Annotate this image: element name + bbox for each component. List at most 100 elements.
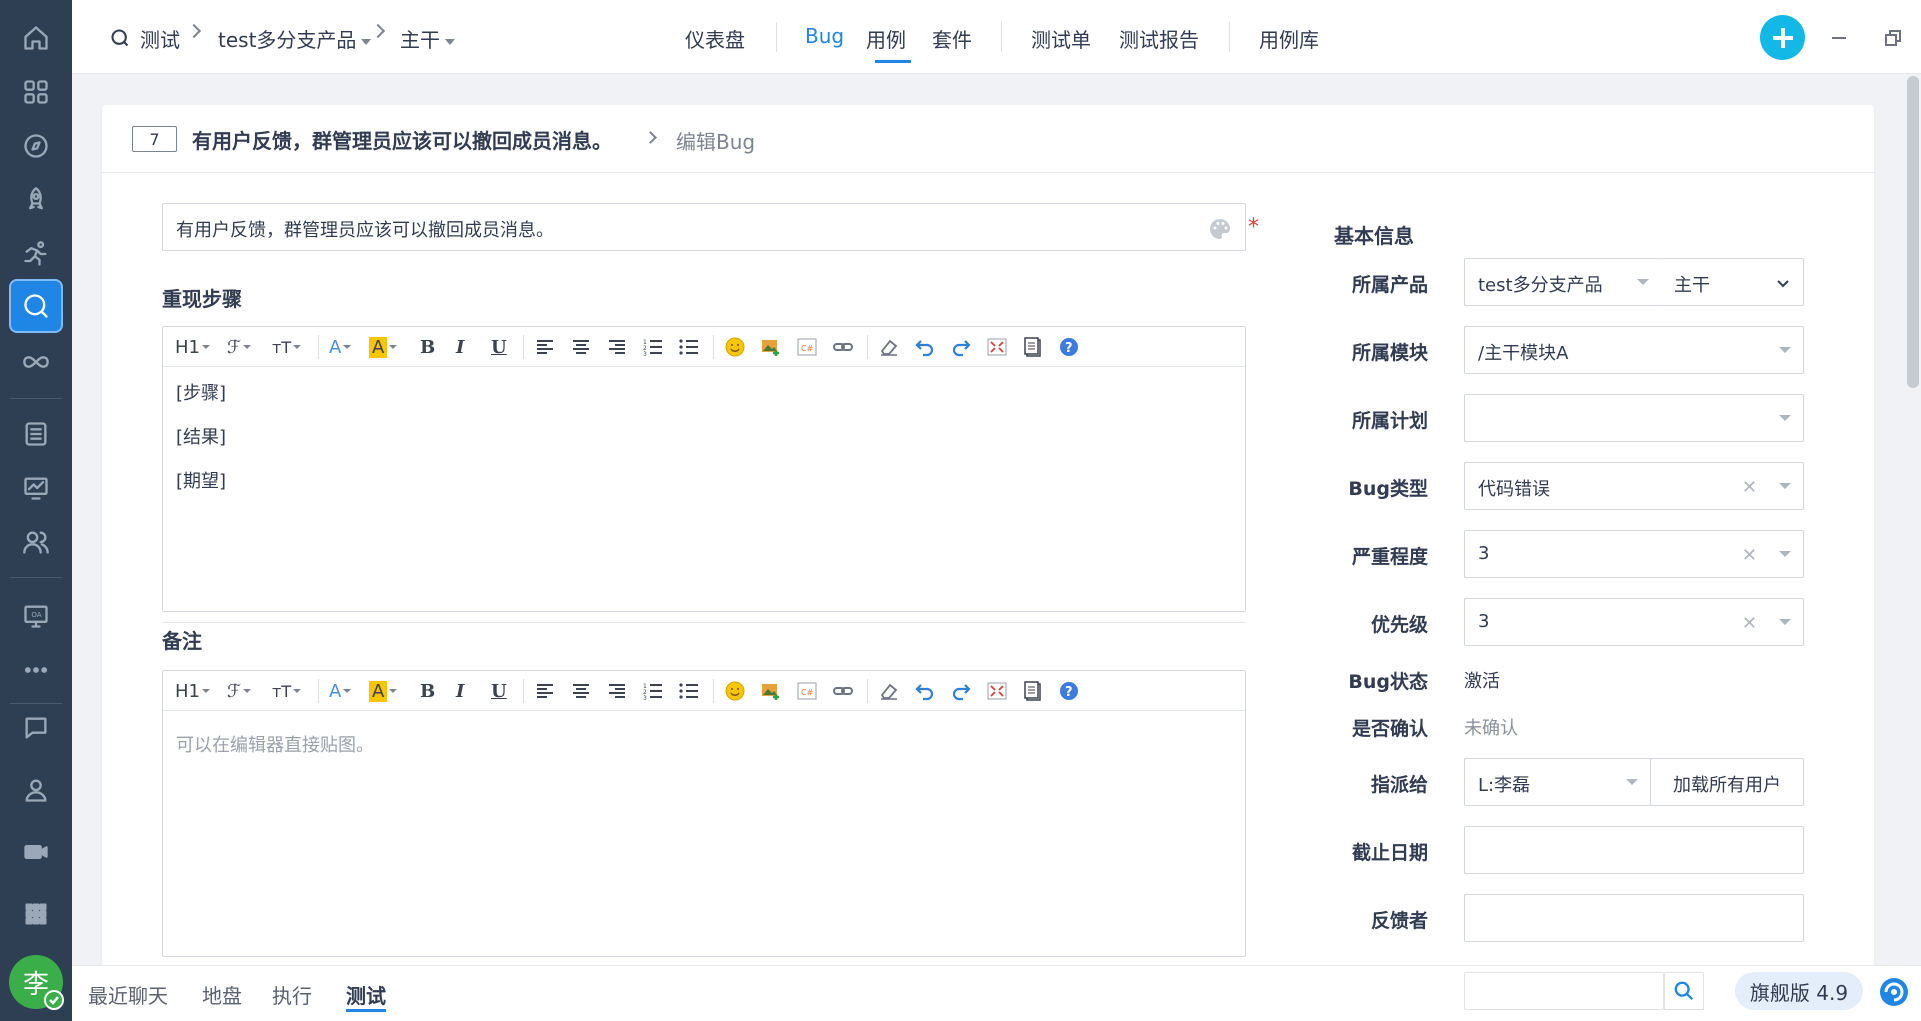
clear-icon[interactable]: ✕ <box>1742 545 1757 566</box>
align-center-icon[interactable] <box>570 679 592 703</box>
bug-title-input[interactable]: 有用户反馈，群管理员应该可以撤回成员消息。 <box>162 203 1246 251</box>
help-icon[interactable]: ? <box>1058 679 1080 703</box>
deadline-input[interactable] <box>1464 826 1804 874</box>
bold-button[interactable]: B <box>420 335 435 359</box>
minimize-button[interactable] <box>1824 23 1854 53</box>
align-right-icon[interactable] <box>606 679 628 703</box>
nav-caselib[interactable]: 用例库 <box>1259 24 1319 53</box>
apps-icon[interactable] <box>9 887 63 941</box>
redo-icon[interactable] <box>950 335 972 359</box>
heading-button[interactable]: H1 <box>175 679 210 703</box>
bullet-list-icon[interactable] <box>678 335 700 359</box>
severity-select[interactable]: 3 ✕ <box>1464 530 1804 578</box>
nav-report[interactable]: 测试报告 <box>1119 24 1199 53</box>
version-badge[interactable]: 旗舰版 4.9 <box>1735 972 1863 1010</box>
module-select[interactable]: /主干模块A <box>1464 326 1804 374</box>
font-family-button[interactable]: ℱ <box>227 679 252 703</box>
tab-recent-chat[interactable]: 最近聊天 <box>88 980 168 1009</box>
palette-icon[interactable] <box>1208 217 1232 241</box>
link-icon[interactable] <box>832 679 854 703</box>
template-icon[interactable] <box>1022 335 1044 359</box>
italic-button[interactable]: I <box>456 679 464 703</box>
font-color-button[interactable]: A <box>329 335 352 359</box>
feedback-input[interactable] <box>1464 894 1804 942</box>
ordered-list-icon[interactable]: 123 <box>642 335 664 359</box>
image-icon[interactable] <box>760 679 782 703</box>
priority-select[interactable]: 3 ✕ <box>1464 598 1804 646</box>
highlight-button[interactable]: A <box>369 679 398 703</box>
tab-execution[interactable]: 执行 <box>272 980 312 1009</box>
fullscreen-icon[interactable] <box>986 335 1008 359</box>
redo-icon[interactable] <box>950 679 972 703</box>
search-button[interactable] <box>1664 972 1704 1010</box>
notes-placeholder[interactable]: 可以在编辑器直接贴图。 <box>163 711 1245 777</box>
fullscreen-icon[interactable] <box>986 679 1008 703</box>
grid-icon[interactable] <box>9 65 63 119</box>
plan-select[interactable] <box>1464 394 1804 442</box>
steps-content[interactable]: [步骤] [结果] [期望] <box>163 367 1245 519</box>
bold-button[interactable]: B <box>420 679 435 703</box>
ordered-list-icon[interactable]: 123 <box>642 679 664 703</box>
align-right-icon[interactable] <box>606 335 628 359</box>
home-icon[interactable] <box>9 11 63 65</box>
rocket-icon[interactable] <box>9 173 63 227</box>
more-icon[interactable] <box>9 643 63 697</box>
users-icon[interactable] <box>9 515 63 569</box>
italic-button[interactable]: I <box>456 335 464 359</box>
eraser-icon[interactable] <box>878 335 900 359</box>
underline-button[interactable]: U <box>491 679 507 703</box>
steps-editor[interactable]: H1 ℱ тT A A B I U 123 C# ? [步骤] [结果] [期望… <box>162 326 1246 612</box>
link-icon[interactable] <box>832 335 854 359</box>
type-select[interactable]: 代码错误 ✕ <box>1464 462 1804 510</box>
template-icon[interactable] <box>1022 679 1044 703</box>
load-all-users-button[interactable]: 加载所有用户 <box>1650 758 1804 806</box>
list-icon[interactable] <box>9 407 63 461</box>
user-icon[interactable] <box>9 763 63 817</box>
code-icon[interactable]: C# <box>796 335 818 359</box>
emoji-icon[interactable] <box>724 335 746 359</box>
monitor-chart-icon[interactable] <box>9 461 63 515</box>
nav-dashboard[interactable]: 仪表盘 <box>685 24 745 53</box>
video-icon[interactable] <box>9 825 63 879</box>
emoji-icon[interactable] <box>724 679 746 703</box>
undo-icon[interactable] <box>914 335 936 359</box>
product-select[interactable]: test多分支产品 <box>1464 258 1662 306</box>
restore-button[interactable] <box>1878 23 1908 53</box>
nav-testtask[interactable]: 测试单 <box>1031 24 1091 53</box>
oa-icon[interactable]: OA <box>9 589 63 643</box>
nav-suite[interactable]: 套件 <box>932 24 972 53</box>
test-search-icon[interactable] <box>9 279 63 333</box>
runner-icon[interactable] <box>9 227 63 281</box>
align-left-icon[interactable] <box>534 335 556 359</box>
chat-icon[interactable] <box>9 701 63 755</box>
underline-button[interactable]: U <box>491 335 507 359</box>
breadcrumb-branch[interactable]: 主干 <box>400 24 455 53</box>
zentao-logo-icon[interactable] <box>1878 976 1910 1008</box>
notes-editor[interactable]: H1 ℱ тT A A B I U 123 C# ? 可以在编辑器直接贴图。 <box>162 670 1246 957</box>
branch-select[interactable]: 主干 <box>1661 258 1804 306</box>
nav-case[interactable]: 用例 <box>866 24 906 53</box>
font-color-button[interactable]: A <box>329 679 352 703</box>
search-input[interactable] <box>1464 972 1664 1010</box>
help-icon[interactable]: ? <box>1058 335 1080 359</box>
highlight-button[interactable]: A <box>369 335 398 359</box>
tab-test[interactable]: 测试 <box>346 980 386 1009</box>
font-size-button[interactable]: тT <box>272 335 302 359</box>
font-size-button[interactable]: тT <box>272 679 302 703</box>
tab-my-dashboard[interactable]: 地盘 <box>202 980 242 1009</box>
breadcrumb-product[interactable]: test多分支产品 <box>218 24 372 53</box>
font-family-button[interactable]: ℱ <box>227 335 252 359</box>
compass-icon[interactable] <box>9 119 63 173</box>
eraser-icon[interactable] <box>878 679 900 703</box>
clear-icon[interactable]: ✕ <box>1742 477 1757 498</box>
code-icon[interactable]: C# <box>796 679 818 703</box>
nav-bug[interactable]: Bug <box>805 24 844 48</box>
clear-icon[interactable]: ✕ <box>1742 613 1757 634</box>
assign-select[interactable]: L:李磊 <box>1464 758 1651 806</box>
align-center-icon[interactable] <box>570 335 592 359</box>
image-icon[interactable] <box>760 335 782 359</box>
bug-title[interactable]: 有用户反馈，群管理员应该可以撤回成员消息。 <box>192 125 612 154</box>
breadcrumb-module[interactable]: 测试 <box>140 24 180 53</box>
heading-button[interactable]: H1 <box>175 335 210 359</box>
bullet-list-icon[interactable] <box>678 679 700 703</box>
